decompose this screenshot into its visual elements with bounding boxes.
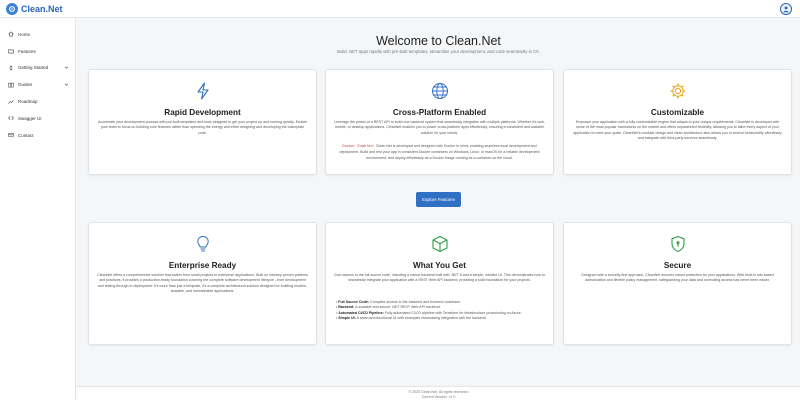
sidebar-item-contact[interactable]: Contact: [0, 127, 75, 144]
chevron-down-icon[interactable]: [63, 82, 69, 88]
book-icon: [7, 81, 14, 88]
chevron-down-icon[interactable]: [63, 65, 69, 71]
user-account-button[interactable]: [780, 3, 792, 15]
card-text: Accelerate your development process with…: [98, 120, 307, 135]
sidebar-item-label: Features: [18, 48, 36, 54]
explore-features-button[interactable]: Explore Features: [416, 192, 461, 207]
shield-icon: [564, 235, 791, 253]
page-title: Welcome to Clean.Net: [376, 34, 501, 48]
sidebar-item-label: Swagger UI: [18, 115, 42, 121]
card-title: Secure: [663, 261, 692, 270]
main-content: Welcome to Clean.Net Build .NET apps rap…: [77, 19, 800, 400]
brand-name: Clean.Net: [21, 4, 63, 14]
brand-link[interactable]: Clean.Net: [6, 3, 63, 15]
user-icon: [782, 0, 790, 18]
sidebar-item-home[interactable]: Home: [0, 26, 75, 43]
lightbulb-icon: [89, 235, 316, 253]
sidebar-item-label: Roadmap: [18, 99, 38, 105]
bullet-text: Fully automated CI/CD pipeline with Terr…: [384, 310, 522, 315]
card-text: CleanNet offers a comprehensive solution…: [97, 273, 308, 294]
bullet-label: Full Source Code:: [338, 300, 370, 304]
feature-bullet-list: • Full Source Code: Complete access to t…: [336, 300, 543, 322]
feature-card-rapid-development: Rapid Development Accelerate your develo…: [88, 69, 317, 175]
bullet-label: Automated CI/CD Pipeline:: [338, 310, 384, 315]
sidebar-item-guides[interactable]: Guides: [0, 76, 75, 93]
card-text: Gain access to the full source code, inc…: [334, 273, 546, 283]
top-navbar: Clean.Net: [0, 0, 800, 18]
brand-logo-icon: [6, 3, 18, 15]
bullet-label: Simple UI:: [338, 316, 356, 321]
card-text: Empower your application with a fully cu…: [573, 120, 782, 141]
roadmap-icon: [7, 98, 14, 105]
globe-icon: [326, 82, 553, 100]
sidebar-item-roadmap[interactable]: Roadmap: [0, 93, 75, 110]
card-title: What You Get: [413, 261, 466, 270]
card-title: Customizable: [650, 108, 705, 117]
docker-note: Docker Enabled: Clean.Net is developed a…: [334, 144, 545, 161]
feature-card-enterprise-ready: Enterprise Ready CleanNet offers a compr…: [88, 222, 317, 345]
card-title: Cross-Platform Enabled: [392, 108, 487, 117]
sidebar-item-features[interactable]: Features: [0, 43, 75, 60]
card-text: Designed with a security-first approach,…: [581, 273, 774, 283]
footer-copyright: © 2025 Clean.Net. All rights reserved.: [408, 390, 469, 394]
card-text: Leverage the power of a REST API to buil…: [334, 120, 545, 135]
swagger-icon: [7, 115, 14, 122]
card-title: Enterprise Ready: [168, 261, 237, 270]
box-icon: [326, 235, 553, 253]
gear-icon: [564, 82, 791, 100]
feature-card-secure: Secure Designed with a security-first ap…: [563, 222, 792, 345]
bullet-text: A clean and functional UI with examples …: [356, 316, 487, 321]
folder-icon: [7, 48, 14, 55]
docker-note-tag: Docker Enabled:: [342, 145, 375, 149]
sidebar-item-swagger-ui[interactable]: Swagger UI: [0, 110, 75, 127]
feature-card-customizable: Customizable Empower your application wi…: [563, 69, 792, 175]
page-subtitle: Build .NET apps rapidly with pre-built t…: [337, 49, 540, 54]
list-item: • Simple UI: A clean and functional UI w…: [336, 316, 487, 321]
sidebar-item-getting-started[interactable]: Getting Started: [0, 60, 75, 77]
bullet-text: Complete access to the backend and front…: [370, 300, 461, 304]
sidebar-item-label: Contact: [18, 132, 34, 138]
footer: © 2025 Clean.Net. All rights reserved. C…: [77, 386, 800, 400]
home-icon: [7, 31, 14, 38]
sidebar-item-label: Home: [18, 31, 31, 37]
sidebar-item-label: Guides: [18, 82, 33, 88]
feature-card-what-you-get: What You Get Gain access to the full sou…: [325, 222, 554, 345]
card-title: Rapid Development: [164, 108, 241, 117]
sidebar: Home Features Getting Started Guides Roa…: [0, 18, 76, 400]
mail-icon: [7, 132, 14, 139]
bullet-text: A scalable and secure .NET REST Web API …: [355, 305, 441, 310]
lightning-icon: [89, 82, 316, 100]
sidebar-item-label: Getting Started: [18, 65, 49, 71]
feature-card-cross-platform: Cross-Platform Enabled Leverage the powe…: [325, 69, 554, 175]
bullet-label: Backend:: [338, 305, 355, 310]
rocket-icon: [7, 64, 14, 71]
footer-version: Current Version: v1.0: [421, 395, 456, 399]
